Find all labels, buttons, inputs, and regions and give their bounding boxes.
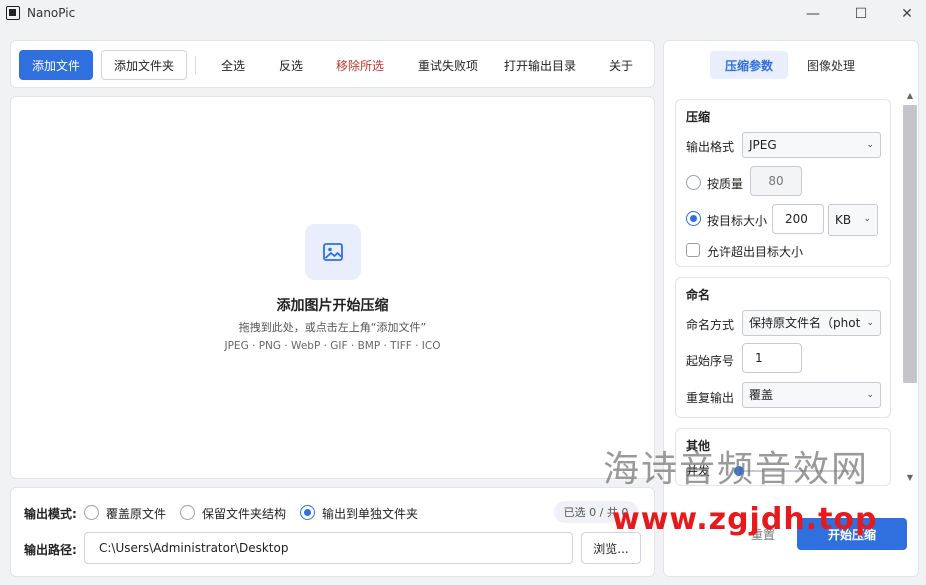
naming-section: 命名 命名方式 保持原文件名（phot ⌄ 起始序号 1 重复输出 覆盖 ⌄ xyxy=(675,277,891,418)
drop-hint: 拖拽到此处，或点击左上角“添加文件” xyxy=(238,321,427,334)
target-size-input[interactable]: 200 xyxy=(772,204,824,234)
about-button[interactable]: 关于 xyxy=(609,57,633,74)
add-folder-button[interactable]: 添加文件夹 xyxy=(101,50,187,80)
radio-separate-folder-label: 输出到单独文件夹 xyxy=(322,507,419,521)
settings-scrollbar[interactable]: ▲ ▼ xyxy=(902,89,918,485)
format-select[interactable]: JPEG ⌄ xyxy=(742,132,881,158)
watermark-url: www.zgjdh.top xyxy=(612,502,878,537)
drop-title: 添加图片开始压缩 xyxy=(276,298,389,314)
naming-mode-label: 命名方式 xyxy=(686,318,735,332)
output-settings: 输出模式: 覆盖原文件 保留文件夹结构 输出到单独文件夹 已选 0 / 共 0 … xyxy=(10,487,655,577)
radio-by-target-size[interactable] xyxy=(686,211,701,226)
supported-formats: JPEG · PNG · WebP · GIF · BMP · TIFF · I… xyxy=(224,340,441,352)
radio-keep-structure[interactable] xyxy=(180,505,195,520)
tab-compress-params[interactable]: 压缩参数 xyxy=(710,51,788,79)
title-bar: NanoPic — ☐ ✕ xyxy=(0,0,926,28)
image-icon xyxy=(305,224,361,280)
chevron-down-icon: ⌄ xyxy=(864,311,874,335)
compress-section-title: 压缩 xyxy=(686,110,711,124)
output-path-input[interactable]: C:\Users\Administrator\Desktop xyxy=(84,532,573,564)
naming-mode-value: 保持原文件名（phot xyxy=(749,316,861,330)
remove-selected-button[interactable]: 移除所选 xyxy=(336,57,384,74)
format-select-value: JPEG xyxy=(749,138,777,152)
scrollbar-thumb[interactable] xyxy=(903,105,917,383)
output-path-label: 输出路径: xyxy=(24,543,77,557)
retry-failed-button[interactable]: 重试失败项 xyxy=(418,57,478,74)
start-index-input[interactable]: 1 xyxy=(742,343,802,373)
radio-by-quality[interactable] xyxy=(686,175,701,190)
open-output-dir-button[interactable]: 打开输出目录 xyxy=(504,57,576,74)
size-unit-value: KB xyxy=(835,213,852,227)
scroll-up-icon[interactable]: ▲ xyxy=(902,89,918,103)
invert-selection-button[interactable]: 反选 xyxy=(279,57,303,74)
settings-panel: 压缩参数 图像处理 压缩 输出格式 JPEG ⌄ 按质量 80 按目标大小 20… xyxy=(663,40,919,577)
chevron-down-icon: ⌄ xyxy=(866,140,874,150)
tab-image-processing[interactable]: 图像处理 xyxy=(798,51,864,79)
toolbar-divider xyxy=(195,56,196,74)
select-all-button[interactable]: 全选 xyxy=(221,57,245,74)
duplicate-output-select[interactable]: 覆盖 ⌄ xyxy=(742,382,881,408)
size-unit-select[interactable]: KB ⌄ xyxy=(828,204,878,236)
chevron-down-icon: ⌄ xyxy=(863,214,871,224)
watermark-text: 海诗音频音效网 xyxy=(603,449,870,490)
radio-separate-folder[interactable] xyxy=(300,505,315,520)
quality-label: 按质量 xyxy=(707,177,744,191)
allow-exceed-label: 允许超出目标大小 xyxy=(707,245,804,259)
minimize-button[interactable]: — xyxy=(790,0,836,28)
target-size-label: 按目标大小 xyxy=(707,214,768,228)
start-index-label: 起始序号 xyxy=(686,354,735,368)
app-title: NanoPic xyxy=(27,6,76,20)
toolbar: 添加文件 添加文件夹 全选 反选 移除所选 重试失败项 打开输出目录 关于 xyxy=(10,40,655,88)
app-logo-icon xyxy=(6,6,20,20)
drop-zone[interactable]: 添加图片开始压缩 拖拽到此处，或点击左上角“添加文件” JPEG · PNG ·… xyxy=(10,96,655,479)
maximize-button[interactable]: ☐ xyxy=(838,0,884,28)
compress-section: 压缩 输出格式 JPEG ⌄ 按质量 80 按目标大小 200 KB ⌄ 允许超… xyxy=(675,99,891,267)
naming-mode-select[interactable]: 保持原文件名（phot ⌄ xyxy=(742,310,881,336)
close-button[interactable]: ✕ xyxy=(884,0,926,28)
radio-overwrite-label: 覆盖原文件 xyxy=(106,507,167,521)
quality-input[interactable]: 80 xyxy=(750,166,802,196)
duplicate-output-label: 重复输出 xyxy=(686,391,735,405)
chevron-down-icon: ⌄ xyxy=(866,390,874,400)
radio-overwrite[interactable] xyxy=(84,505,99,520)
radio-keep-structure-label: 保留文件夹结构 xyxy=(202,507,287,521)
scroll-down-icon[interactable]: ▼ xyxy=(902,471,918,485)
allow-exceed-checkbox[interactable] xyxy=(686,243,700,257)
output-mode-label: 输出模式: xyxy=(24,507,77,521)
naming-section-title: 命名 xyxy=(686,288,711,302)
duplicate-output-value: 覆盖 xyxy=(749,388,774,402)
add-file-button[interactable]: 添加文件 xyxy=(19,50,93,80)
format-label: 输出格式 xyxy=(686,140,735,154)
